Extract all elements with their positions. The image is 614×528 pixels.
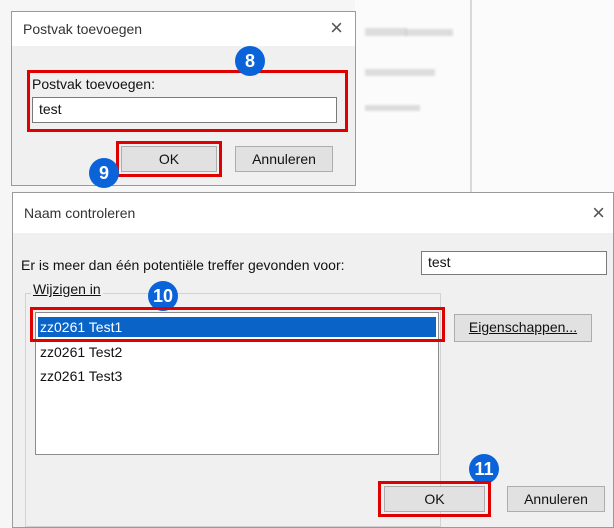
contact-list-item-test2[interactable]: zz0261 Test2 (38, 342, 436, 362)
check-name-dialog: Naam controleren × Er is meer dan één po… (12, 192, 614, 528)
background-divider (470, 0, 472, 192)
selected-contact-annotation (30, 307, 445, 342)
change-in-label: Wijzigen in (31, 281, 103, 297)
mailbox-name-input[interactable]: test (32, 97, 337, 123)
add-mailbox-dialog: Postvak toevoegen × 8 Postvak toevoegen:… (11, 11, 356, 188)
properties-button[interactable]: Eigenschappen... (454, 314, 592, 342)
mailbox-field-label: Postvak toevoegen: (32, 76, 155, 92)
background-blurred-text (365, 28, 407, 36)
check-name-cancel-button[interactable]: Annuleren (507, 486, 605, 512)
background-blurred-text (405, 29, 453, 36)
step-8-badge: 8 (235, 46, 265, 76)
step-11-badge: 11 (469, 454, 499, 484)
add-mailbox-ok-button[interactable]: OK (121, 146, 217, 172)
close-icon[interactable]: × (592, 202, 605, 224)
check-name-title: Naam controleren (24, 205, 136, 221)
check-name-ok-button[interactable]: OK (384, 486, 485, 512)
check-name-titlebar: Naam controleren × (13, 193, 613, 233)
add-mailbox-cancel-button[interactable]: Annuleren (235, 146, 333, 172)
match-message: Er is meer dan één potentiële treffer ge… (21, 257, 345, 273)
contact-list-item-test3[interactable]: zz0261 Test3 (38, 366, 436, 386)
background-blurred-text (365, 105, 420, 111)
add-mailbox-title: Postvak toevoegen (23, 21, 143, 37)
close-icon[interactable]: × (330, 17, 343, 39)
background-blurred-text (365, 69, 435, 76)
match-value-field[interactable]: test (421, 251, 607, 275)
add-mailbox-titlebar: Postvak toevoegen × (12, 12, 355, 46)
step-9-badge: 9 (89, 158, 119, 188)
